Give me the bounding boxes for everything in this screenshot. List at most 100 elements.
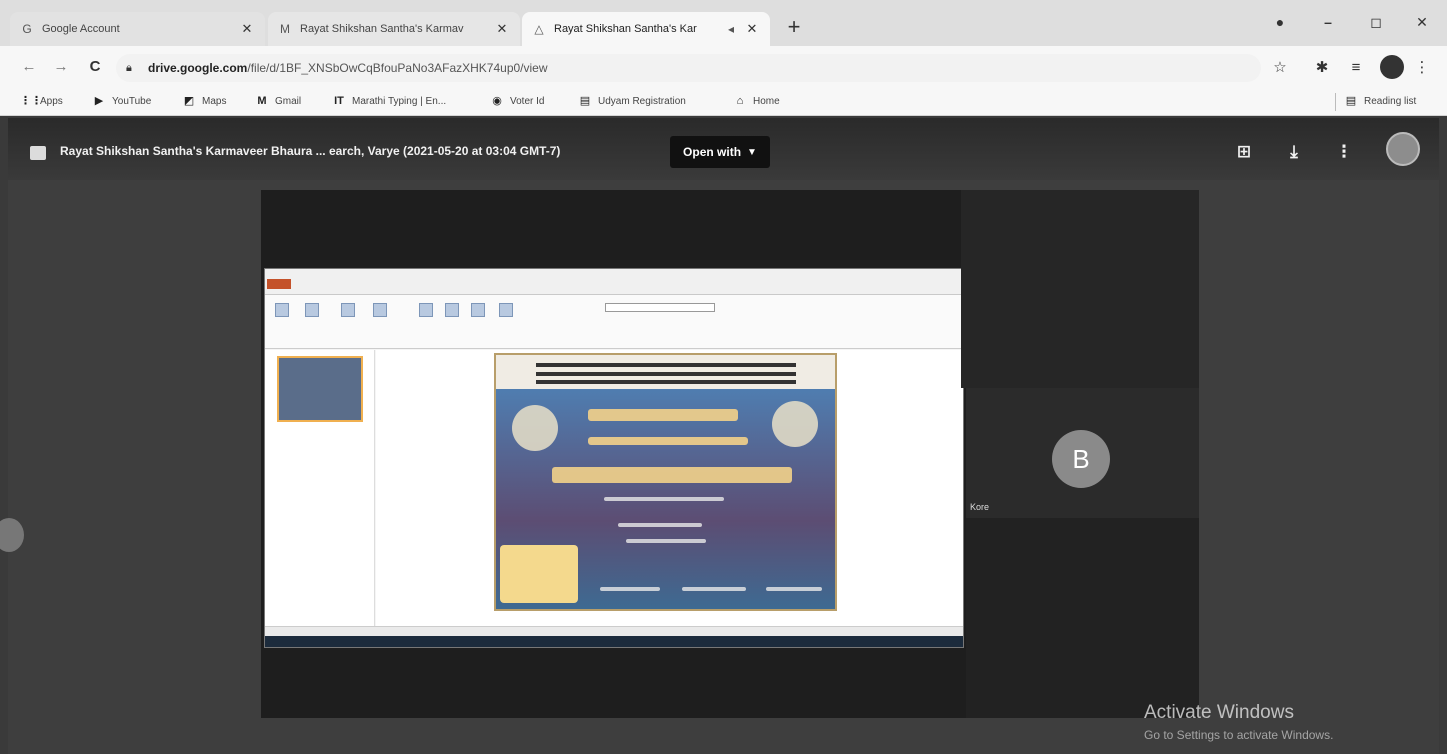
side-handle[interactable] bbox=[0, 518, 24, 552]
more-options-icon[interactable]: ⋮ bbox=[1332, 140, 1356, 164]
close-tab-icon[interactable]: ✕ bbox=[239, 21, 255, 37]
voter-icon: ◉ bbox=[492, 95, 502, 107]
menu-kebab-icon[interactable]: ⋮ bbox=[1412, 58, 1432, 78]
ppt-ribbon-tabs bbox=[265, 269, 963, 295]
back-icon[interactable]: ← bbox=[18, 56, 40, 78]
add-comment-icon[interactable]: ⊞ bbox=[1232, 140, 1256, 164]
home-icon: ⌂ bbox=[736, 95, 744, 107]
bookmark-marathi-typing[interactable]: IT Marathi Typing | En... bbox=[332, 94, 446, 108]
ribbon-button-icon bbox=[337, 303, 359, 331]
bookmark-label: Marathi Typing | En... bbox=[352, 95, 447, 107]
url-path: /file/d/1BF_XNSbOwCqBfouPaNo3AFazXHK74up… bbox=[247, 61, 548, 75]
account-avatar[interactable] bbox=[1386, 132, 1420, 166]
gmail-icon: M bbox=[257, 95, 267, 107]
ribbon-button-icon bbox=[441, 303, 463, 331]
chevron-down-icon: ▼ bbox=[747, 146, 757, 158]
drive-viewer: Rayat Shikshan Santha's Karmaveer Bhaura… bbox=[0, 118, 1439, 754]
bookmark-youtube[interactable]: ▶ YouTube bbox=[92, 94, 152, 108]
flower-decoration bbox=[512, 405, 558, 451]
participant-tile bbox=[966, 518, 1199, 718]
video-file-icon bbox=[30, 146, 46, 160]
bookmark-udyam[interactable]: ▤ Udyam Registration bbox=[578, 94, 686, 108]
slide-image bbox=[494, 353, 837, 611]
bookmark-label: Gmail bbox=[275, 95, 302, 107]
close-window-button[interactable]: ✕ bbox=[1408, 8, 1436, 36]
ribbon-button-icon bbox=[369, 303, 391, 331]
bookmark-gmail[interactable]: M Gmail bbox=[255, 94, 301, 108]
open-with-label: Open with bbox=[683, 145, 742, 159]
udyam-icon: ▤ bbox=[579, 95, 591, 107]
bookmarks-bar: ⋮⋮ Apps ▶ YouTube ◩ Maps M Gmail IT Mara… bbox=[0, 88, 1447, 116]
youtube-icon: ▶ bbox=[94, 95, 104, 107]
reload-icon[interactable]: C bbox=[84, 56, 106, 78]
ribbon-button-icon bbox=[271, 303, 293, 331]
slide-thumbnail bbox=[277, 356, 363, 422]
restore-button[interactable]: ◻ bbox=[1362, 8, 1390, 36]
tab-gmail[interactable]: M Rayat Shikshan Santha's Karmav ✕ bbox=[268, 12, 520, 46]
profile-avatar[interactable] bbox=[1380, 55, 1404, 79]
tab-strip: G Google Account ✕ M Rayat Shikshan Sant… bbox=[0, 0, 1447, 46]
flower-decoration bbox=[772, 401, 818, 447]
tab-google-account[interactable]: G Google Account ✕ bbox=[10, 12, 265, 46]
bookmark-label: YouTube bbox=[112, 95, 152, 107]
maps-icon: ◩ bbox=[183, 95, 195, 107]
reading-list-icon: ▤ bbox=[1345, 95, 1357, 107]
close-tab-icon[interactable]: ✕ bbox=[494, 21, 510, 37]
ribbon-button-icon bbox=[301, 303, 323, 331]
bookmark-apps[interactable]: ⋮⋮ Apps bbox=[20, 94, 63, 108]
bookmark-label: Voter Id bbox=[510, 95, 545, 107]
activate-windows-subtitle: Go to Settings to activate Windows. bbox=[1144, 728, 1334, 742]
bookmark-label: Home bbox=[753, 95, 780, 107]
ribbon-button-icon bbox=[415, 303, 437, 331]
bookmark-star-icon[interactable]: ☆ bbox=[1270, 58, 1290, 78]
tab-title: Rayat Shikshan Santha's Karmav bbox=[300, 23, 464, 35]
slide-body-image bbox=[496, 389, 835, 609]
forward-icon[interactable]: → bbox=[50, 56, 72, 78]
open-with-button[interactable]: Open with ▼ bbox=[670, 136, 770, 168]
participant-name: Kore bbox=[970, 502, 990, 512]
bookmarks-divider bbox=[1335, 93, 1336, 111]
viewer-header: Rayat Shikshan Santha's Karmaveer Bhaura… bbox=[8, 118, 1439, 180]
bookmark-voter-id[interactable]: ◉ Voter Id bbox=[490, 94, 544, 108]
activate-windows-title: Activate Windows bbox=[1144, 702, 1294, 723]
tab-title: Rayat Shikshan Santha's Kar bbox=[554, 23, 697, 35]
file-title: Rayat Shikshan Santha's Karmaveer Bhaura… bbox=[60, 144, 561, 158]
ppt-status-bar bbox=[265, 626, 963, 636]
bookmark-label: Apps bbox=[40, 95, 63, 107]
ppt-ribbon bbox=[265, 295, 963, 349]
participant-tile-kore: B Kore bbox=[966, 388, 1199, 518]
participant-tile bbox=[961, 190, 1199, 388]
drive-icon: △ bbox=[534, 22, 544, 36]
reading-list[interactable]: ▤ Reading list bbox=[1344, 94, 1416, 108]
typing-icon: IT bbox=[334, 95, 344, 107]
windows-taskbar bbox=[265, 636, 963, 647]
apps-icon: ⋮⋮ bbox=[20, 95, 42, 107]
slide-header-image bbox=[496, 355, 835, 389]
shared-screen bbox=[264, 268, 964, 648]
video-player[interactable]: B Kore bbox=[261, 190, 1199, 718]
google-icon: G bbox=[22, 22, 32, 36]
browser-window: G Google Account ✕ M Rayat Shikshan Sant… bbox=[0, 0, 1447, 754]
audio-icon[interactable]: ◂ bbox=[724, 22, 738, 36]
ribbon-button-icon bbox=[495, 303, 517, 331]
tab-title: Google Account bbox=[42, 23, 120, 35]
minimize-button[interactable]: – bbox=[1314, 8, 1342, 36]
tab-search-icon[interactable]: ● bbox=[1266, 8, 1294, 36]
close-tab-icon[interactable]: ✕ bbox=[744, 21, 760, 37]
extensions-icon[interactable]: ✱ bbox=[1312, 58, 1332, 78]
tab-drive-active[interactable]: △ Rayat Shikshan Santha's Kar ◂ ✕ bbox=[522, 12, 770, 46]
download-icon[interactable]: ⤓ bbox=[1282, 140, 1306, 164]
participant-avatar: B bbox=[1052, 430, 1110, 488]
bookmark-home[interactable]: ⌂ Home bbox=[733, 94, 780, 108]
slide-info-box bbox=[500, 545, 578, 603]
bookmark-maps[interactable]: ◩ Maps bbox=[182, 94, 227, 108]
reading-list-label: Reading list bbox=[1364, 95, 1417, 107]
address-bar[interactable]: 🔒︎ drive.google.com /file/d/1BF_XNSbOwCq… bbox=[116, 54, 1261, 82]
lock-icon: 🔒︎ bbox=[126, 61, 132, 74]
bookmark-label: Udyam Registration bbox=[598, 95, 686, 107]
media-queue-icon[interactable]: ≡ bbox=[1346, 58, 1366, 78]
file-tab bbox=[267, 279, 291, 289]
browser-toolbar: ← → C 🔒︎ drive.google.com /file/d/1BF_XN… bbox=[0, 46, 1447, 88]
new-tab-button[interactable]: + bbox=[782, 16, 806, 40]
url-host: drive.google.com bbox=[148, 61, 248, 75]
